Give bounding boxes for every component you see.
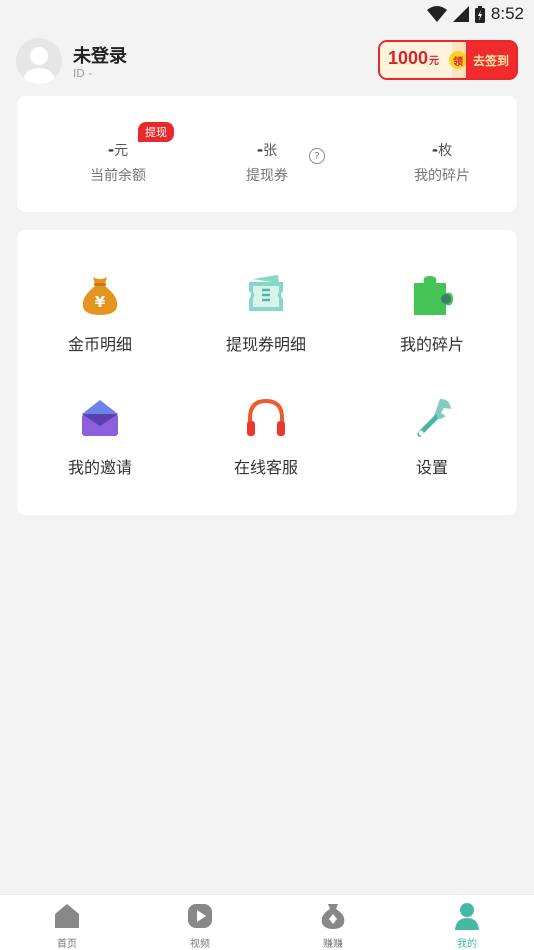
battery-icon (474, 5, 485, 23)
tab-label: 赚赚 (323, 939, 343, 950)
wrench-icon (417, 399, 451, 437)
coin-icon: 领 (449, 51, 467, 69)
tab-label: 首页 (57, 939, 77, 950)
checkin-label: 去签到 (466, 42, 516, 78)
menu-my-fragments[interactable]: 我的碎片 (349, 273, 515, 355)
menu-coin-details[interactable]: ¥ 金币明细 (17, 273, 183, 355)
menu-grid: ¥ 金币明细 提现券明细 我的碎片 我的邀请 在线客服 设置 (17, 230, 517, 515)
tab-video[interactable]: 视频 (133, 901, 267, 950)
status-bar: 8:52 (0, 0, 534, 28)
clock: 8:52 (490, 4, 524, 23)
puzzle-icon (414, 276, 453, 315)
stat-unit: 张 (263, 143, 278, 159)
tab-home[interactable]: 首页 (0, 901, 134, 950)
menu-coupon-details[interactable]: 提现券明细 (183, 273, 349, 355)
username[interactable]: 未登录 (73, 42, 127, 68)
home-icon (55, 904, 79, 928)
ticket-icon (249, 275, 283, 311)
checkin-amount-value: 1000 (388, 48, 429, 68)
envelope-icon (82, 400, 118, 436)
menu-label: 金币明细 (67, 335, 132, 354)
tab-earn[interactable]: 赚赚 (266, 901, 400, 950)
stat-balance[interactable]: -元 当前余额 (43, 140, 193, 185)
stat-unit: 枚 (438, 143, 453, 159)
svg-text:¥: ¥ (95, 293, 106, 311)
checkin-amount-unit: 元 (429, 56, 440, 67)
menu-online-support[interactable]: 在线客服 (183, 396, 349, 478)
withdraw-badge[interactable]: 提现 (138, 122, 174, 142)
headphones-icon (247, 398, 285, 436)
menu-label: 我的邀请 (67, 458, 132, 477)
bottom-tab-bar: 首页 视频 赚赚 我的 (0, 894, 534, 950)
stat-fragments[interactable]: -枚 我的碎片 (367, 140, 517, 185)
checkin-button[interactable]: 1000 元 领 去签到 (378, 40, 518, 80)
stat-value: -元 (43, 140, 193, 160)
menu-label: 设置 (415, 458, 448, 477)
money-pouch-icon (321, 904, 345, 929)
menu-label: 提现券明细 (225, 335, 306, 354)
money-bag-icon: ¥ (82, 277, 118, 315)
tab-label: 我的 (457, 939, 477, 950)
stat-value: -枚 (367, 140, 517, 160)
person-icon (455, 903, 479, 930)
tab-mine[interactable]: 我的 (400, 901, 534, 950)
menu-label: 我的碎片 (399, 335, 464, 354)
stat-unit: 元 (114, 143, 129, 159)
profile-header: 未登录 ID - 1000 元 领 去签到 (16, 36, 518, 86)
menu-settings[interactable]: 设置 (349, 396, 515, 478)
question-circle-icon[interactable]: ? (309, 148, 325, 164)
default-avatar-icon (22, 47, 56, 84)
tab-label: 视频 (190, 939, 210, 950)
play-icon (188, 904, 212, 928)
balance-card: 提现 -元 当前余额 -张 提现券 ? -枚 我的碎片 (17, 96, 517, 212)
stat-label: 当前余额 (90, 168, 146, 184)
avatar[interactable] (16, 38, 62, 84)
stat-label: 我的碎片 (414, 168, 470, 184)
cell-signal-icon (452, 6, 469, 22)
stat-label: 提现券 (246, 168, 288, 184)
menu-label: 在线客服 (233, 458, 298, 477)
wifi-icon (426, 6, 447, 22)
menu-my-invites[interactable]: 我的邀请 (17, 396, 183, 478)
user-id: ID - (73, 67, 93, 80)
checkin-amount: 1000 元 (380, 42, 452, 78)
